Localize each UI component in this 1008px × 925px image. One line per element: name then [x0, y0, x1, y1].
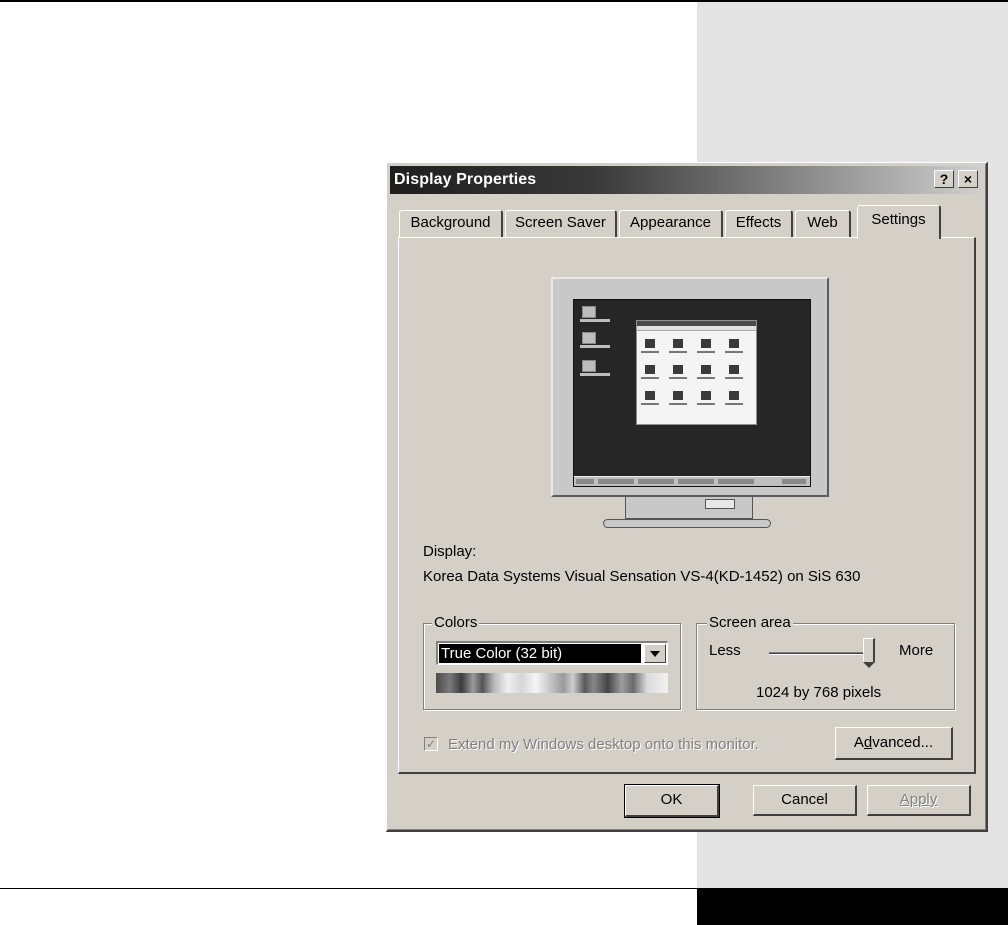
window-title: Display Properties: [394, 171, 537, 188]
apply-label: Apply: [899, 791, 938, 808]
page-bottom-bar: [697, 888, 1008, 925]
apply-button[interactable]: Apply: [867, 785, 971, 816]
display-properties-dialog: Display Properties ? × Background Screen…: [386, 162, 988, 832]
tab-background[interactable]: Background: [399, 210, 503, 237]
title-bar[interactable]: Display Properties ? ×: [390, 166, 982, 194]
cancel-button[interactable]: Cancel: [753, 785, 857, 816]
tab-settings[interactable]: Settings: [857, 205, 941, 239]
tab-effects[interactable]: Effects: [725, 210, 793, 237]
tab-screen-saver[interactable]: Screen Saver: [505, 210, 617, 237]
ok-button[interactable]: OK: [624, 784, 720, 818]
close-icon[interactable]: ×: [958, 170, 978, 188]
tab-appearance[interactable]: Appearance: [619, 210, 723, 237]
tab-web[interactable]: Web: [795, 210, 851, 237]
help-icon[interactable]: ?: [934, 170, 954, 188]
settings-panel: [398, 237, 976, 774]
page-bottom-rule: [0, 888, 697, 889]
